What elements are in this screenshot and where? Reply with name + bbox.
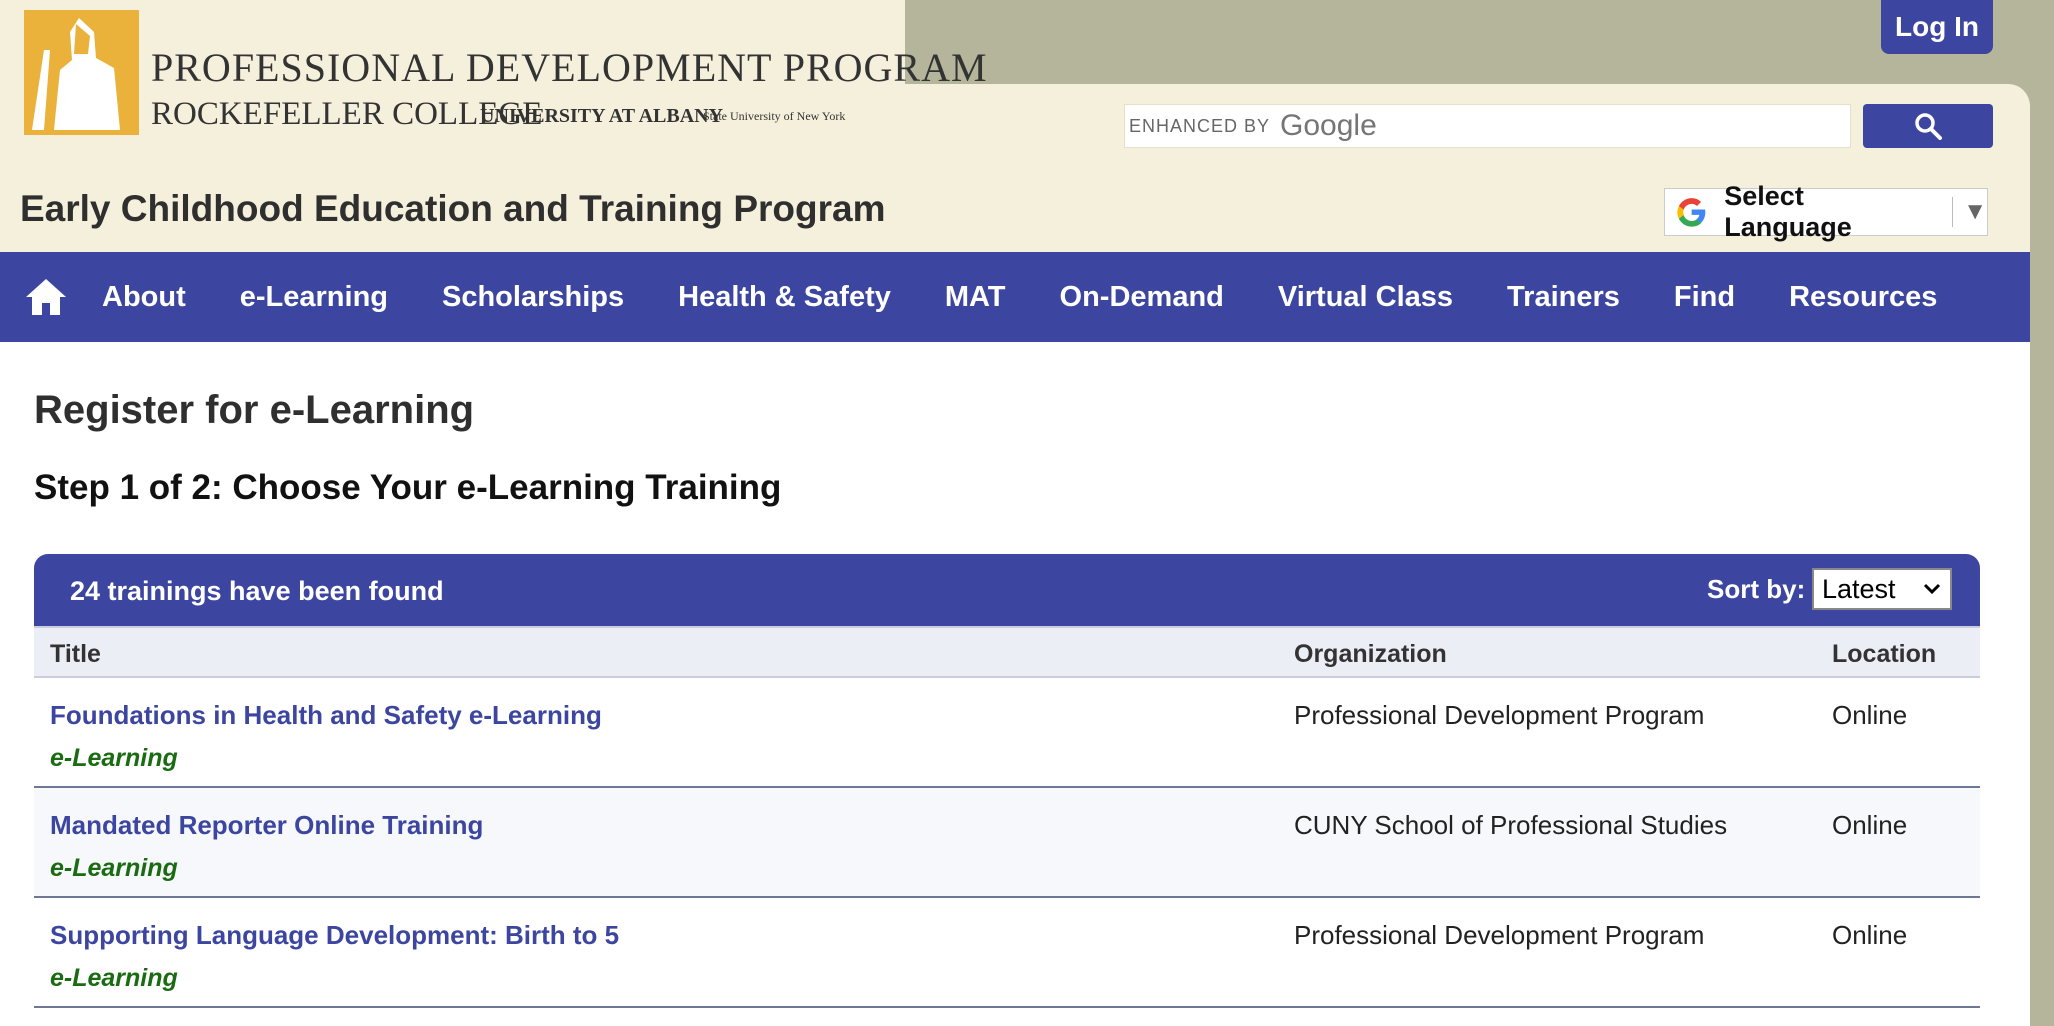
training-location: Online [1832,920,1908,950]
training-organization: CUNY School of Professional Studies [1294,810,1728,840]
page-title: Register for e-Learning [34,388,475,432]
language-select-divider [1952,197,1954,227]
search-enhanced-label: ENHANCED BY [1129,115,1271,136]
nav-item-scholarships[interactable]: Scholarships [442,281,624,314]
dropdown-arrow-icon: ▼ [1963,198,1987,225]
logo-text-university: UNIVERSITY AT ALBANY [480,105,724,127]
nav-item-trainers[interactable]: Trainers [1507,281,1620,314]
results-header: 24 trainings have been found Sort by: La… [34,554,1980,626]
search-input[interactable]: ENHANCED BY Google [1124,104,1851,148]
training-organization: Professional Development Program [1294,700,1705,730]
nav-item-e-learning[interactable]: e-Learning [240,281,388,314]
column-header-location[interactable]: Location [1832,640,1936,669]
training-title-link[interactable]: Mandated Reporter Online Training [50,810,483,841]
main-nav: About e-Learning Scholarships Health & S… [0,252,2030,342]
nav-item-health-safety[interactable]: Health & Safety [678,281,891,314]
training-organization: Professional Development Program [1294,920,1705,950]
column-header-organization[interactable]: Organization [1294,640,1447,669]
sort-label: Sort by: [1707,574,1806,604]
chevron-down-icon [1923,583,1941,595]
logo-emblem-icon [24,10,139,135]
step-heading: Step 1 of 2: Choose Your e-Learning Trai… [34,468,782,507]
site-logo[interactable]: PROFESSIONAL DEVELOPMENT PROGRAM ROCKEFE… [24,10,987,140]
sort-select[interactable]: Latest [1812,568,1952,610]
table-row: Foundations in Health and Safety e-Learn… [34,678,1980,788]
training-title-link[interactable]: Foundations in Health and Safety e-Learn… [50,700,602,731]
training-type: e-Learning [50,744,178,772]
nav-item-mat[interactable]: MAT [945,281,1006,314]
site-title: Early Childhood Education and Training P… [20,188,886,229]
training-title-link[interactable]: Supporting Language Development: Birth t… [50,920,619,951]
nav-home-link[interactable] [24,277,68,317]
nav-item-find[interactable]: Find [1674,281,1735,314]
logo-text-program: PROFESSIONAL DEVELOPMENT PROGRAM [151,45,988,90]
nav-item-virtual-class[interactable]: Virtual Class [1278,281,1453,314]
table-row: Supporting Language Development: Birth t… [34,898,1980,1008]
training-type: e-Learning [50,854,178,882]
logo-text-suny: State University of New York [703,109,846,123]
nav-item-about[interactable]: About [102,281,186,314]
sort-select-value: Latest [1822,573,1896,604]
search-icon [1915,113,1942,140]
login-button[interactable]: Log In [1881,0,1993,54]
language-select[interactable]: Select Language ▼ [1664,181,1988,242]
google-g-icon [1677,198,1706,227]
search-button[interactable] [1863,104,1993,148]
results-count: 24 trainings have been found [70,576,444,606]
language-select-label: Select Language [1724,181,1852,242]
google-wordmark: Google [1280,109,1377,142]
column-header-title[interactable]: Title [50,640,101,669]
table-row: Mandated Reporter Online Training e-Lear… [34,788,1980,898]
nav-item-resources[interactable]: Resources [1789,281,1937,314]
home-icon [26,279,66,315]
training-type: e-Learning [50,964,178,992]
nav-item-on-demand[interactable]: On-Demand [1060,281,1224,314]
training-location: Online [1832,810,1908,840]
table-header: Title Organization Location [34,626,1980,678]
training-location: Online [1832,700,1908,730]
